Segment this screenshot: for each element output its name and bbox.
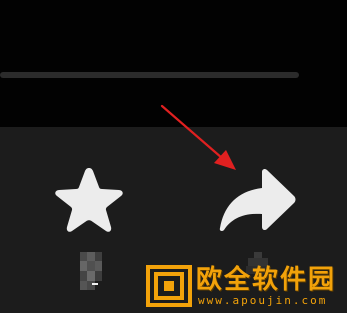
share-arrow-icon <box>219 168 296 232</box>
star-icon <box>55 168 123 232</box>
watermark-domain: www.apoujin.com <box>198 294 328 307</box>
video-area[interactable] <box>0 0 347 127</box>
share-button[interactable] <box>218 168 298 234</box>
progress-bar[interactable] <box>0 72 299 78</box>
watermark-logo-icon <box>146 265 192 307</box>
favorite-button[interactable] <box>52 164 126 238</box>
watermark-title: 欧全软件园 <box>196 265 337 295</box>
favorite-count-pixelated <box>80 252 102 290</box>
watermark: 欧全软件园 www.apoujin.com <box>146 265 346 307</box>
